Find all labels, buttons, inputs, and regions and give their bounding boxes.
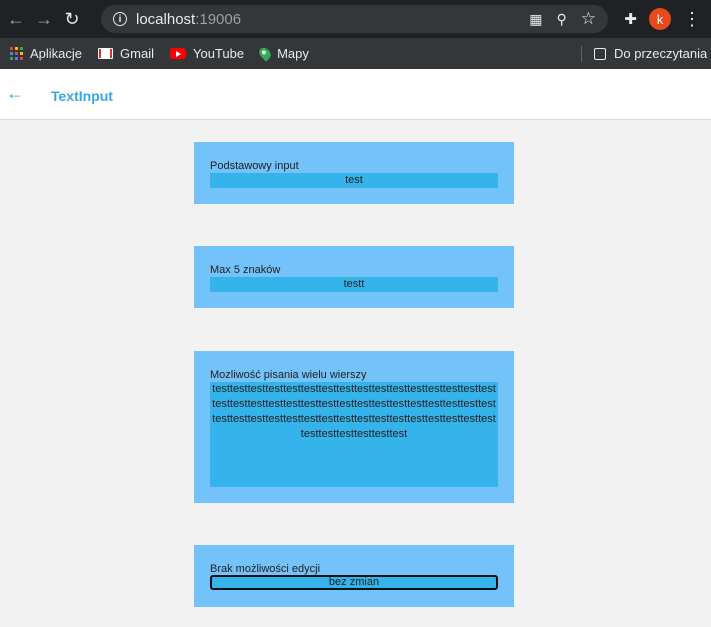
bookmark-gmail[interactable]: Gmail [98, 46, 154, 61]
multiline-input[interactable]: testtesttesttesttesttesttesttesttesttest… [210, 382, 498, 487]
bookmark-label: YouTube [192, 46, 245, 61]
basic-input[interactable]: test [210, 173, 498, 188]
address-bar[interactable]: i localhost:19006 ▦ ⚲ ☆ [101, 5, 608, 33]
maps-icon [256, 45, 274, 62]
card-basic-input: Podstawowy input test [194, 142, 514, 204]
bookmark-youtube[interactable]: YouTube [169, 46, 245, 61]
app-header: ← TextInput [0, 69, 711, 120]
star-icon[interactable]: ☆ [581, 9, 596, 29]
card-multiline-input: Mozliwość pisania wielu wierszy testtest… [194, 351, 514, 503]
back-icon[interactable]: ← [2, 5, 30, 33]
input-label: Mozliwość pisania wielu wierszy [210, 369, 367, 381]
menu-icon[interactable]: ⋮ [683, 10, 701, 28]
translate-icon[interactable]: ▦ [529, 11, 542, 28]
input-label: Podstawowy input [210, 160, 299, 172]
bookmark-apps[interactable]: Aplikacje [10, 46, 82, 61]
reading-list-icon [594, 47, 606, 60]
card-readonly-input: Brak możliwości edycji bez zmian [194, 545, 514, 607]
url-host: localhost [136, 10, 196, 28]
zoom-icon[interactable]: ⚲ [556, 11, 566, 28]
extensions-icon[interactable]: ✚ [624, 10, 637, 28]
max-length-input[interactable]: testt [210, 277, 498, 292]
bookmarks-divider [581, 46, 582, 62]
reading-list-label: Do przeczytania [614, 46, 708, 61]
bookmarks-bar: Aplikacje Gmail YouTube Mapy Do przeczyt… [0, 38, 711, 69]
youtube-icon [169, 48, 186, 59]
bookmark-maps[interactable]: Mapy [256, 45, 309, 62]
url-port: :19006 [195, 10, 242, 28]
gmail-icon [98, 48, 114, 59]
input-label: Brak możliwości edycji [210, 563, 321, 575]
avatar[interactable]: k [649, 8, 671, 30]
page-title: TextInput [51, 88, 113, 104]
browser-toolbar: ← → ↻ i localhost:19006 ▦ ⚲ ☆ ✚ k ⋮ [0, 0, 711, 38]
reload-icon[interactable]: ↻ [58, 5, 86, 33]
card-max-length-input: Max 5 znaków testt [194, 246, 514, 308]
bookmark-label: Aplikacje [30, 46, 83, 61]
bookmark-label: Mapy [277, 46, 309, 61]
reading-list-button[interactable]: Do przeczytania [594, 38, 707, 69]
readonly-input[interactable]: bez zmian [210, 575, 498, 590]
back-arrow-icon[interactable]: ← [6, 83, 24, 104]
bookmark-label: Gmail [120, 46, 154, 61]
input-label: Max 5 znaków [210, 264, 281, 276]
info-icon[interactable]: i [113, 12, 127, 26]
apps-icon [10, 47, 23, 60]
url-text[interactable]: localhost:19006 [136, 11, 241, 28]
forward-icon[interactable]: → [30, 5, 58, 33]
